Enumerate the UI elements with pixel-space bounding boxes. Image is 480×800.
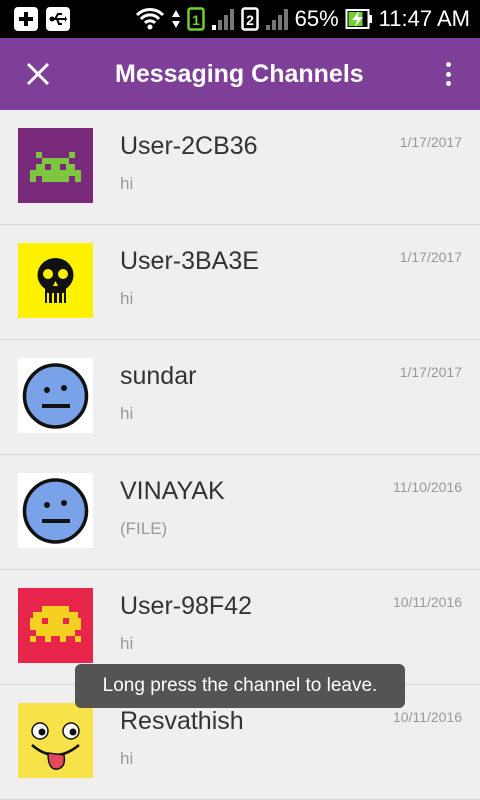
app-bar: Messaging Channels bbox=[0, 38, 480, 110]
tongue-face-icon bbox=[18, 703, 93, 778]
signal-icon bbox=[265, 7, 289, 31]
wifi-icon bbox=[135, 7, 165, 31]
channel-date: 10/11/2016 bbox=[392, 709, 462, 725]
channel-date: 11/10/2016 bbox=[392, 479, 462, 495]
battery-charging-icon bbox=[345, 8, 373, 30]
blue-face-icon bbox=[18, 358, 93, 433]
page-title: Messaging Channels bbox=[115, 60, 364, 88]
clock: 11:47 AM bbox=[378, 6, 470, 31]
channel-item[interactable]: User-2CB36 1/17/2017 hi bbox=[0, 110, 480, 225]
system-status: 1 2 65% 11:47 AM bbox=[135, 0, 470, 38]
plus-icon bbox=[14, 7, 38, 31]
channel-date: 1/17/2017 bbox=[399, 249, 462, 265]
sim2-label: 2 bbox=[246, 12, 254, 28]
data-arrows-icon bbox=[171, 8, 181, 30]
space-invader-green-icon bbox=[18, 128, 93, 203]
channel-last-message: hi bbox=[120, 174, 134, 193]
usb-icon bbox=[46, 7, 70, 31]
channel-name: User-2CB36 bbox=[120, 132, 258, 160]
channel-item[interactable]: VINAYAK 11/10/2016 (FILE) bbox=[0, 455, 480, 570]
sim1-label: 1 bbox=[192, 12, 200, 28]
overflow-menu-icon bbox=[445, 62, 451, 67]
channel-last-message: (FILE) bbox=[120, 519, 168, 538]
toast-message: Long press the channel to leave. bbox=[75, 664, 405, 708]
channel-name: sundar bbox=[120, 362, 197, 390]
channel-name: User-98F42 bbox=[120, 592, 252, 620]
channel-name: VINAYAK bbox=[120, 477, 225, 505]
channel-last-message: hi bbox=[120, 749, 134, 768]
channel-name: User-3BA3E bbox=[120, 247, 259, 275]
space-invader-yellow-icon bbox=[18, 588, 93, 663]
channel-name: Resvathish bbox=[120, 707, 244, 735]
channel-date: 10/11/2016 bbox=[392, 594, 462, 610]
channel-date: 1/17/2017 bbox=[399, 134, 462, 150]
battery-percent: 65% bbox=[294, 6, 339, 31]
notification-icons bbox=[14, 7, 70, 31]
channel-item[interactable]: User-3BA3E 1/17/2017 hi bbox=[0, 225, 480, 340]
signal-icon bbox=[211, 7, 235, 31]
channel-last-message: hi bbox=[120, 404, 134, 423]
sim1-icon: 1 bbox=[186, 7, 205, 31]
channel-date: 1/17/2017 bbox=[399, 364, 462, 380]
blue-face-icon bbox=[18, 473, 93, 548]
close-icon bbox=[26, 62, 50, 86]
skull-icon bbox=[18, 243, 93, 318]
channel-last-message: hi bbox=[120, 289, 134, 308]
channel-last-message: hi bbox=[120, 634, 134, 653]
sim2-icon: 2 bbox=[240, 7, 259, 31]
close-button[interactable] bbox=[18, 54, 58, 94]
status-bar: 1 2 65% 11:47 AM bbox=[0, 0, 480, 38]
channel-item[interactable]: sundar 1/17/2017 hi bbox=[0, 340, 480, 455]
overflow-menu-button[interactable] bbox=[438, 58, 458, 90]
